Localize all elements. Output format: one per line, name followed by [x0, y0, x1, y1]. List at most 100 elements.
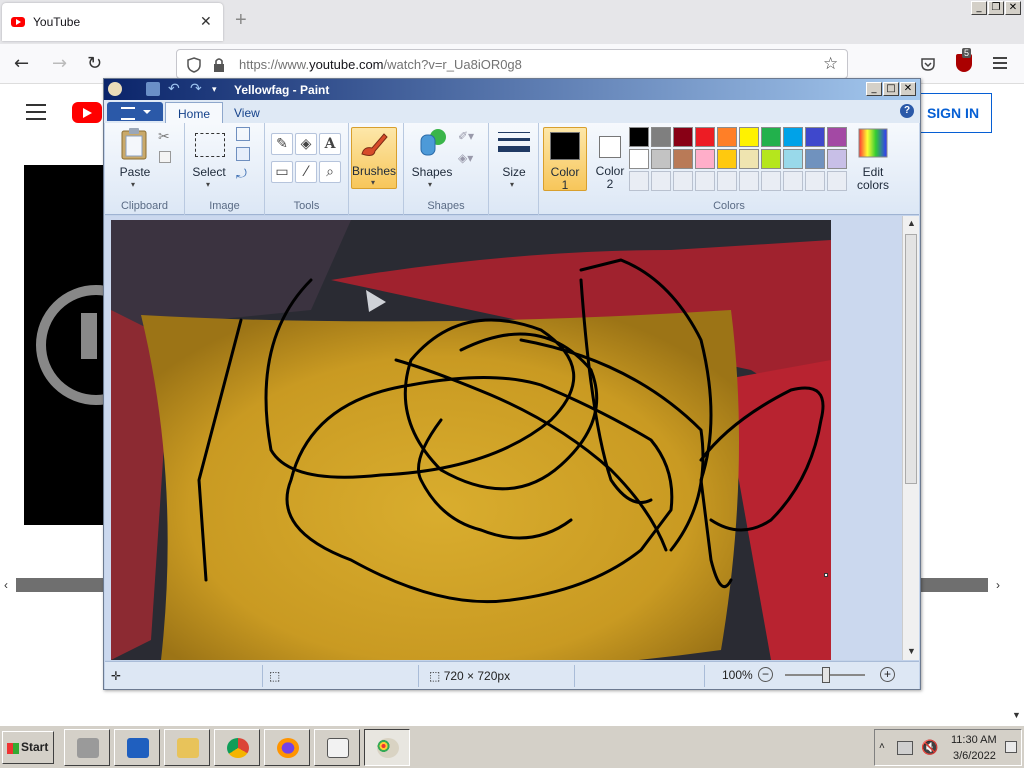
palette-swatch[interactable]: [651, 149, 671, 169]
shapes-dropdown-icon[interactable]: ▾: [428, 180, 432, 189]
canvas-resize-handle[interactable]: [824, 573, 828, 577]
magnifier-icon[interactable]: ⌕: [319, 161, 341, 183]
palette-swatch[interactable]: [717, 149, 737, 169]
shapes-button[interactable]: Shapes: [410, 165, 454, 179]
paint-file-menu-button[interactable]: [107, 102, 163, 121]
paint-minimize-icon[interactable]: _: [866, 82, 882, 96]
brushes-button[interactable]: Brushes ▾: [351, 127, 397, 189]
taskbar-chrome[interactable]: [214, 729, 260, 766]
paint-app-icon[interactable]: [108, 82, 122, 96]
cut-icon[interactable]: ✂: [158, 129, 170, 145]
bookmark-star-icon[interactable]: ☆: [823, 54, 838, 74]
close-tab-icon[interactable]: ✕: [200, 13, 212, 30]
palette-swatch[interactable]: [717, 127, 737, 147]
customize-qat-icon[interactable]: ▾: [212, 82, 226, 96]
notifications-icon[interactable]: [1005, 741, 1017, 753]
color2-button[interactable]: Color 2: [589, 127, 633, 191]
tab-view[interactable]: View: [222, 102, 272, 123]
forward-icon[interactable]: →: [52, 54, 67, 74]
clock-date[interactable]: 3/6/2022: [953, 750, 996, 762]
scroll-right-arrow-icon[interactable]: ›: [996, 578, 1000, 592]
shapes-icon[interactable]: [418, 127, 448, 159]
palette-custom-slot[interactable]: [827, 171, 847, 191]
text-tool-icon[interactable]: A: [319, 133, 341, 155]
fill-bucket-icon[interactable]: ◈: [295, 133, 317, 155]
taskbar-powershell[interactable]: [114, 729, 160, 766]
start-button[interactable]: Start: [2, 731, 54, 764]
taskbar-file-explorer[interactable]: [164, 729, 210, 766]
drawing-canvas[interactable]: [111, 220, 831, 660]
network-icon[interactable]: [897, 741, 913, 755]
fill-icon[interactable]: ◈▾: [458, 151, 473, 165]
ublock-extension-icon[interactable]: 5: [956, 48, 972, 72]
select-button[interactable]: Select: [191, 165, 227, 179]
palette-custom-slot[interactable]: [805, 171, 825, 191]
palette-custom-slot[interactable]: [761, 171, 781, 191]
palette-custom-slot[interactable]: [673, 171, 693, 191]
scroll-down-arrow-icon[interactable]: ▼: [904, 644, 919, 659]
scroll-left-arrow-icon[interactable]: ‹: [4, 578, 8, 592]
edit-colors-button[interactable]: Edit: [851, 165, 895, 179]
palette-custom-slot[interactable]: [651, 171, 671, 191]
horizontal-scroll-track[interactable]: [16, 578, 106, 592]
tab-home[interactable]: Home: [165, 102, 224, 123]
back-icon[interactable]: ←: [14, 54, 29, 74]
url-bar[interactable]: https://www.youtube.com/watch?v=r_Ua8iOR…: [176, 49, 848, 79]
palette-swatch[interactable]: [783, 149, 803, 169]
taskbar-server-manager[interactable]: [64, 729, 110, 766]
help-icon[interactable]: ?: [900, 104, 914, 118]
pocket-icon[interactable]: [920, 56, 936, 72]
palette-custom-slot[interactable]: [739, 171, 759, 191]
youtube-menu-icon[interactable]: [26, 104, 46, 120]
menu-hamburger-icon[interactable]: [993, 57, 1007, 69]
save-icon[interactable]: [146, 82, 160, 96]
size-icon[interactable]: [498, 132, 530, 152]
palette-swatch[interactable]: [739, 127, 759, 147]
palette-custom-slot[interactable]: [783, 171, 803, 191]
zoom-out-button[interactable]: −: [758, 667, 773, 682]
palette-swatch[interactable]: [695, 149, 715, 169]
resize-icon[interactable]: [236, 147, 250, 161]
undo-icon[interactable]: ↶: [168, 82, 182, 96]
palette-swatch[interactable]: [783, 127, 803, 147]
paint-title-bar[interactable]: ↶ ↷ ▾ Yellowfag - Paint _ □ ✕: [104, 79, 920, 100]
copy-icon[interactable]: [159, 151, 171, 163]
palette-swatch[interactable]: [805, 127, 825, 147]
paste-icon[interactable]: [119, 127, 149, 161]
scrollbar-thumb[interactable]: [905, 234, 917, 484]
palette-swatch[interactable]: [695, 127, 715, 147]
reload-icon[interactable]: ↻: [87, 54, 102, 74]
minimize-icon[interactable]: _: [971, 1, 987, 15]
taskbar-firefox[interactable]: [264, 729, 310, 766]
palette-swatch[interactable]: [827, 149, 847, 169]
paint-close-icon[interactable]: ✕: [900, 82, 916, 96]
edit-colors-icon[interactable]: [857, 127, 889, 159]
taskbar-notepad[interactable]: [314, 729, 360, 766]
palette-custom-slot[interactable]: [717, 171, 737, 191]
size-dropdown-icon[interactable]: ▾: [510, 180, 514, 189]
crop-icon[interactable]: [236, 127, 250, 141]
outline-icon[interactable]: ✐▾: [458, 129, 474, 143]
close-window-icon[interactable]: ✕: [1005, 1, 1021, 15]
youtube-logo-icon[interactable]: [72, 102, 102, 123]
taskbar-paint[interactable]: [364, 729, 410, 766]
page-scroll-down-icon[interactable]: ▼: [1012, 710, 1021, 720]
canvas-area[interactable]: [105, 216, 902, 660]
paint-maximize-icon[interactable]: □: [883, 82, 899, 96]
palette-swatch[interactable]: [651, 127, 671, 147]
palette-swatch[interactable]: [827, 127, 847, 147]
select-dropdown-icon[interactable]: ▾: [206, 180, 210, 189]
palette-swatch[interactable]: [673, 149, 693, 169]
paste-button[interactable]: Paste: [119, 165, 151, 179]
zoom-slider-thumb[interactable]: [822, 667, 830, 683]
sign-in-button[interactable]: SIGN IN: [914, 93, 992, 133]
rotate-icon[interactable]: ⤾: [236, 167, 247, 182]
restore-icon[interactable]: ❐: [988, 1, 1004, 15]
palette-custom-slot[interactable]: [695, 171, 715, 191]
clock-time[interactable]: 11:30 AM: [951, 734, 997, 746]
palette-swatch[interactable]: [673, 127, 693, 147]
horizontal-scroll-track-right[interactable]: [920, 578, 988, 592]
palette-swatch[interactable]: [761, 149, 781, 169]
color1-button[interactable]: Color 1: [543, 127, 587, 192]
volume-muted-icon[interactable]: 🔇: [921, 740, 938, 756]
